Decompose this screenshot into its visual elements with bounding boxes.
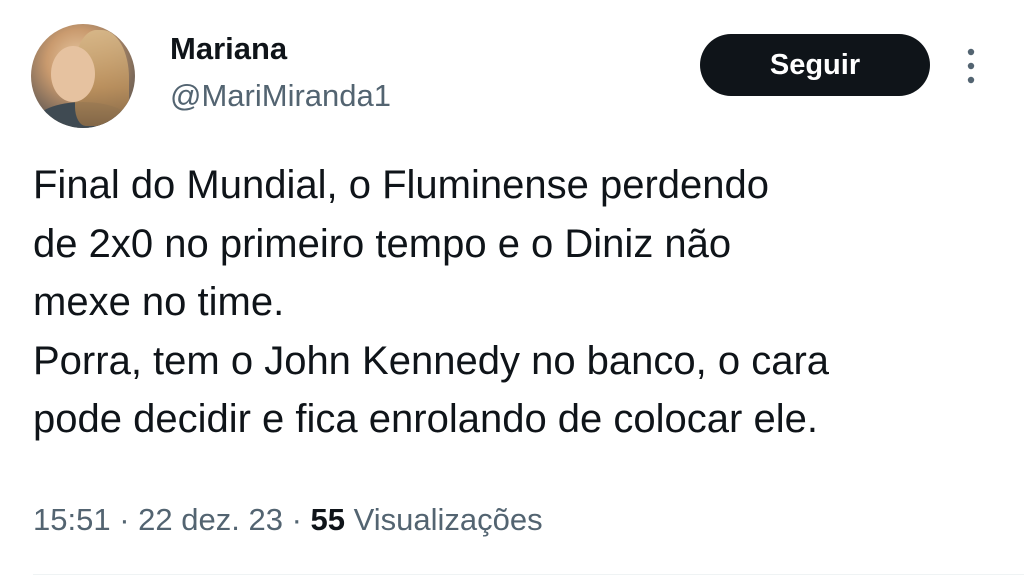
tweet-text: Final do Mundial, o Fluminense perdendo … [33, 156, 1008, 449]
tweet-text-line: de 2x0 no primeiro tempo e o Diniz não [33, 221, 732, 266]
tweet-time[interactable]: 15:51 [33, 502, 111, 537]
tweet-text-line: Porra, tem o John Kennedy no banco, o ca… [33, 338, 830, 383]
views-label[interactable]: Visualizações [354, 502, 543, 537]
more-vertical-icon[interactable] [960, 46, 982, 86]
tweet-meta: 15:51 · 22 dez. 23 · 55 Visualizações [33, 498, 543, 542]
author-display-name[interactable]: Mariana [170, 31, 287, 67]
avatar-face [51, 46, 95, 102]
author-handle[interactable]: @MariMiranda1 [170, 78, 391, 114]
tweet-text-line: pode decidir e fica enrolando de colocar… [33, 397, 818, 441]
meta-separator: · [291, 502, 302, 537]
tweet-date[interactable]: 22 dez. 23 [138, 502, 283, 537]
tweet-card: Mariana @MariMiranda1 Seguir Final do Mu… [0, 0, 1024, 582]
avatar[interactable] [31, 24, 135, 128]
divider [33, 574, 1024, 575]
views-count[interactable]: 55 [311, 502, 345, 537]
tweet-text-line: Final do Mundial, o Fluminense perdendo [33, 163, 769, 207]
tweet-text-line: mexe no time. [33, 280, 285, 324]
follow-button[interactable]: Seguir [700, 34, 930, 96]
meta-separator: · [119, 502, 130, 537]
